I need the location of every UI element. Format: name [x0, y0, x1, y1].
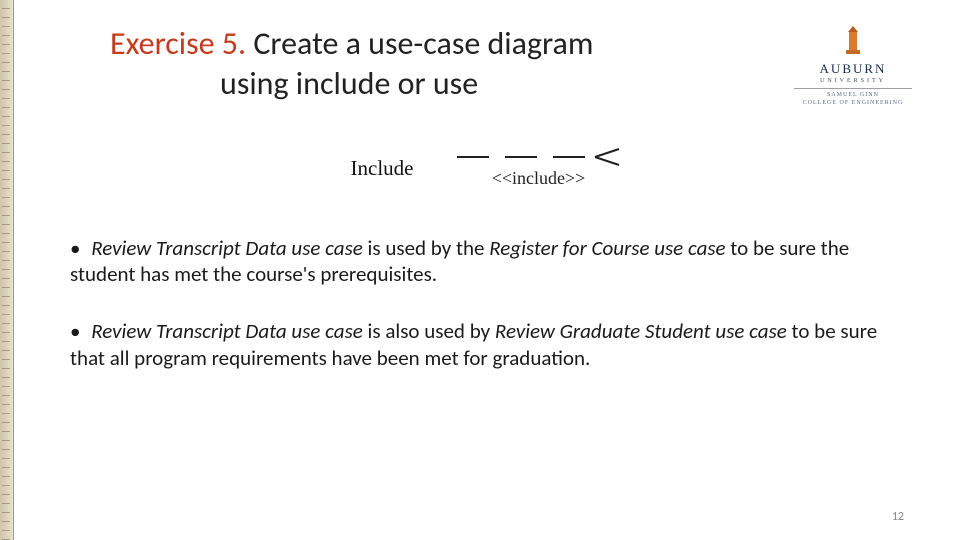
slide-title: Exercise 5. Create a use-case diagram us…: [62, 24, 794, 104]
bullet-1: • Review Transcript Data use case is use…: [70, 235, 904, 289]
left-ruler-decoration: [0, 0, 14, 540]
slide-content: Exercise 5. Create a use-case diagram us…: [14, 0, 960, 540]
bullet-2: • Review Transcript Data use case is als…: [70, 318, 904, 372]
tower-icon: [843, 26, 863, 54]
dashed-arrow-icon: [453, 148, 623, 166]
logo-name: AUBURN: [794, 61, 912, 77]
body-text: • Review Transcript Data use case is use…: [62, 235, 912, 373]
title-prefix: Exercise 5.: [110, 24, 246, 63]
page-number: 12: [892, 510, 904, 524]
uml-include-notation: Include <<include>>: [277, 142, 697, 195]
auburn-logo: AUBURN UNIVERSITY SAMUEL GINN COLLEGE OF…: [794, 24, 912, 108]
logo-university: UNIVERSITY: [794, 78, 912, 84]
uml-stereotype: <<include>>: [492, 168, 586, 189]
title-rest-line1: Create a use-case diagram: [246, 24, 593, 63]
logo-subtitle: SAMUEL GINN COLLEGE OF ENGINEERING: [794, 88, 912, 108]
uml-label: Include: [351, 156, 414, 181]
title-line2: using include or use: [110, 64, 784, 104]
header-row: Exercise 5. Create a use-case diagram us…: [62, 24, 912, 108]
